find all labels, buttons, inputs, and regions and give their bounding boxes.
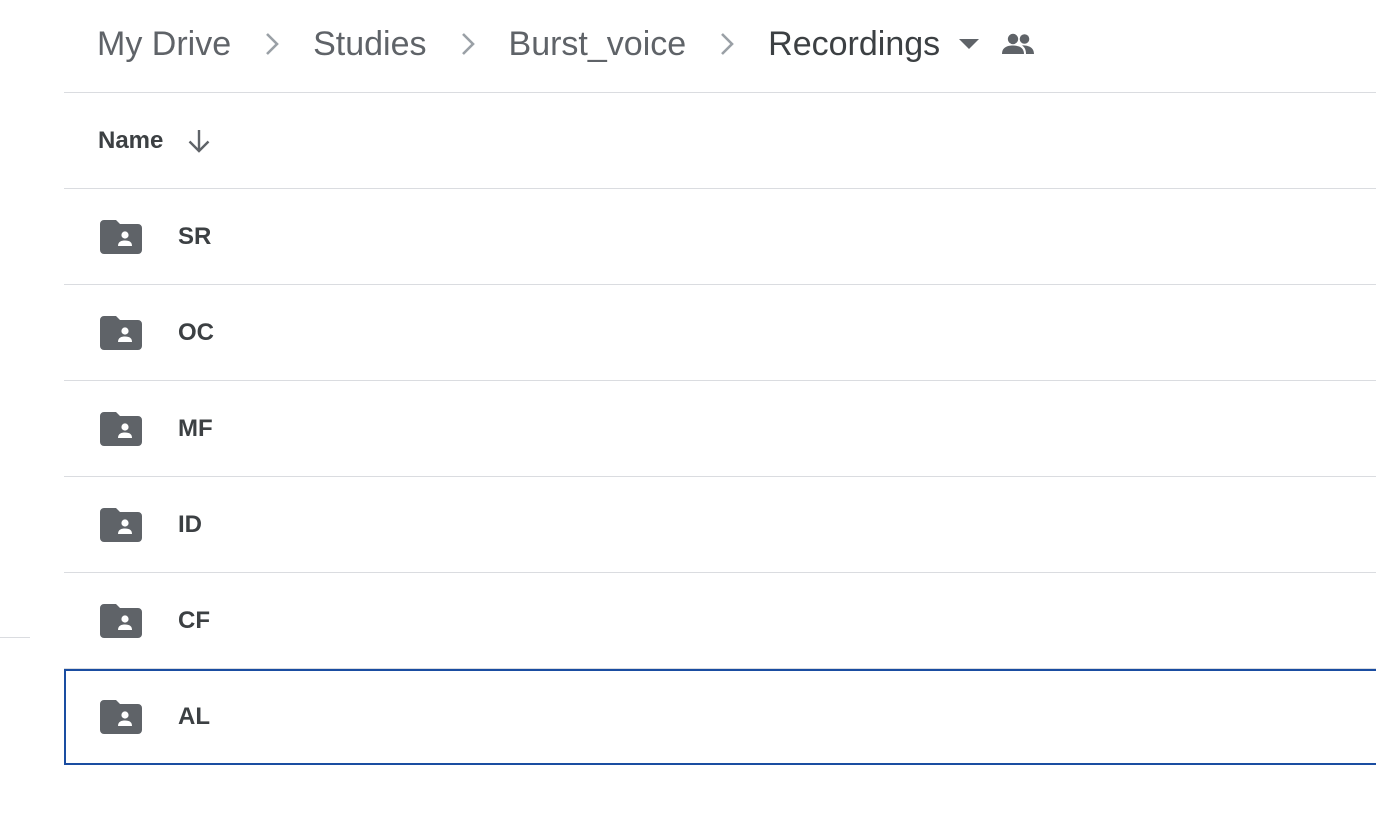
- breadcrumb-studies[interactable]: Studies: [313, 27, 426, 61]
- file-list: SR OC MF ID CF AL: [64, 189, 1376, 765]
- sidebar-divider: [0, 637, 30, 638]
- breadcrumb-burst-voice[interactable]: Burst_voice: [509, 27, 687, 61]
- folder-row-cf[interactable]: CF: [64, 573, 1376, 669]
- chevron-right-icon: [231, 24, 313, 64]
- file-list-header: Name: [64, 93, 1376, 189]
- breadcrumb-my-drive[interactable]: My Drive: [97, 27, 231, 61]
- shared-folder-icon: [100, 315, 142, 350]
- folder-name: MF: [178, 414, 213, 442]
- drive-page: My Drive Studies Burst_voice Recordings: [0, 0, 1376, 820]
- chevron-right-icon: [427, 24, 509, 64]
- chevron-right-icon: [686, 24, 768, 64]
- name-column-header[interactable]: Name: [98, 127, 213, 155]
- shared-folder-icon: [100, 219, 142, 254]
- folder-name: OC: [178, 318, 214, 346]
- name-column-label: Name: [98, 126, 164, 154]
- folder-row-oc[interactable]: OC: [64, 285, 1376, 381]
- folder-name: CF: [178, 606, 210, 634]
- folder-name: SR: [178, 222, 212, 250]
- shared-folder-icon: [100, 603, 142, 638]
- shared-folder-icon: [100, 507, 142, 542]
- breadcrumb: My Drive Studies Burst_voice Recordings: [97, 0, 1038, 88]
- arrow-drop-down-icon[interactable]: [940, 24, 998, 64]
- shared-folder-icon: [100, 700, 142, 734]
- people-icon[interactable]: [998, 24, 1038, 64]
- folder-row-al[interactable]: AL: [64, 669, 1376, 765]
- folder-name: AL: [178, 703, 210, 730]
- folder-row-id[interactable]: ID: [64, 477, 1376, 573]
- folder-row-mf[interactable]: MF: [64, 381, 1376, 477]
- shared-folder-icon: [100, 411, 142, 446]
- folder-row-sr[interactable]: SR: [64, 189, 1376, 285]
- arrow-downward-icon[interactable]: [185, 127, 213, 155]
- breadcrumb-recordings[interactable]: Recordings: [768, 27, 940, 61]
- folder-name: ID: [178, 510, 202, 538]
